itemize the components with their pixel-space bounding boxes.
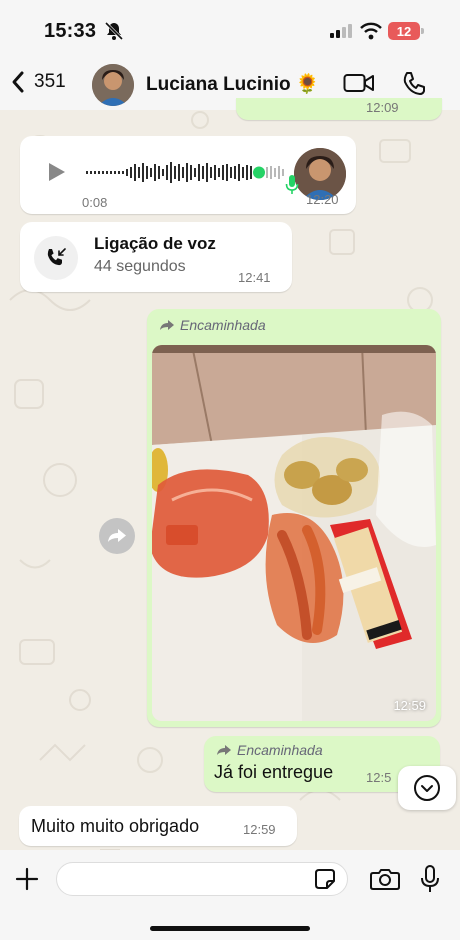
voice-call-message[interactable]: Ligação de voz 44 segundos 12:41 [20, 222, 292, 292]
audio-waveform[interactable] [86, 158, 286, 188]
forwarded-text: Encaminhada [180, 317, 266, 333]
signal-icon [330, 24, 352, 38]
forward-button[interactable] [99, 518, 135, 554]
battery-icon: 12 [388, 22, 424, 40]
text-message-incoming[interactable]: Muito muito obrigado 12:59 [19, 806, 297, 846]
call-icon-circle [34, 236, 78, 280]
message-time: 12:09 [366, 100, 399, 115]
message-input[interactable] [56, 862, 348, 896]
call-duration: 44 segundos [94, 258, 186, 275]
message-time: 12:41 [238, 270, 271, 285]
play-icon[interactable] [46, 160, 68, 184]
chevron-down-icon [414, 775, 440, 801]
forward-arrow-icon [108, 529, 126, 542]
status-time: 15:33 [44, 20, 97, 42]
camera-icon[interactable] [370, 867, 400, 891]
call-title: Ligação de voz [94, 234, 216, 253]
message-time: 12:59 [243, 822, 276, 837]
mic-icon [285, 175, 299, 194]
status-bar: 15:33 12 [0, 0, 460, 60]
message-composer [0, 850, 460, 940]
waveform-scrubber [253, 166, 265, 179]
contact-avatar[interactable] [92, 64, 134, 106]
message-text: Já foi entregue [214, 762, 334, 782]
battery-level: 12 [396, 23, 412, 39]
message-time: 12:59 [393, 698, 426, 713]
forwarded-label: Encaminhada [216, 742, 323, 758]
groceries-photo [152, 345, 436, 721]
message-photo[interactable]: 12:59 [152, 345, 436, 721]
forwarded-text: Encaminhada [237, 742, 323, 758]
avatar-image [92, 64, 134, 106]
message-bubble-partial[interactable]: 12:09 [236, 98, 442, 120]
video-call-icon[interactable] [343, 72, 375, 94]
voice-duration: 0:08 [82, 195, 108, 210]
back-button[interactable]: 351 [10, 70, 66, 94]
contact-name[interactable]: Luciana Lucinio 🌻 [146, 72, 320, 96]
chevron-left-icon [12, 71, 24, 93]
message-time: 12:20 [306, 192, 339, 207]
forwarded-label: Encaminhada [159, 317, 266, 333]
plus-icon[interactable] [14, 866, 40, 892]
incoming-call-icon [47, 248, 66, 266]
message-time: 12:5 [366, 770, 392, 785]
forward-arrow-icon [217, 745, 231, 755]
unread-count: 351 [34, 71, 66, 92]
voice-note-message[interactable]: 0:08 12:20 [20, 136, 356, 214]
wifi-icon [360, 22, 382, 40]
mic-icon[interactable] [420, 864, 440, 894]
scroll-to-bottom-button[interactable] [398, 766, 456, 810]
message-text: Muito muito obrigado [31, 816, 200, 836]
phone-icon[interactable] [401, 70, 427, 96]
bell-off-icon [104, 21, 124, 41]
home-indicator [150, 926, 310, 931]
forward-arrow-icon [160, 320, 174, 330]
sticker-icon[interactable] [314, 868, 336, 890]
photo-message[interactable]: Encaminhada 12:59 [147, 309, 441, 727]
